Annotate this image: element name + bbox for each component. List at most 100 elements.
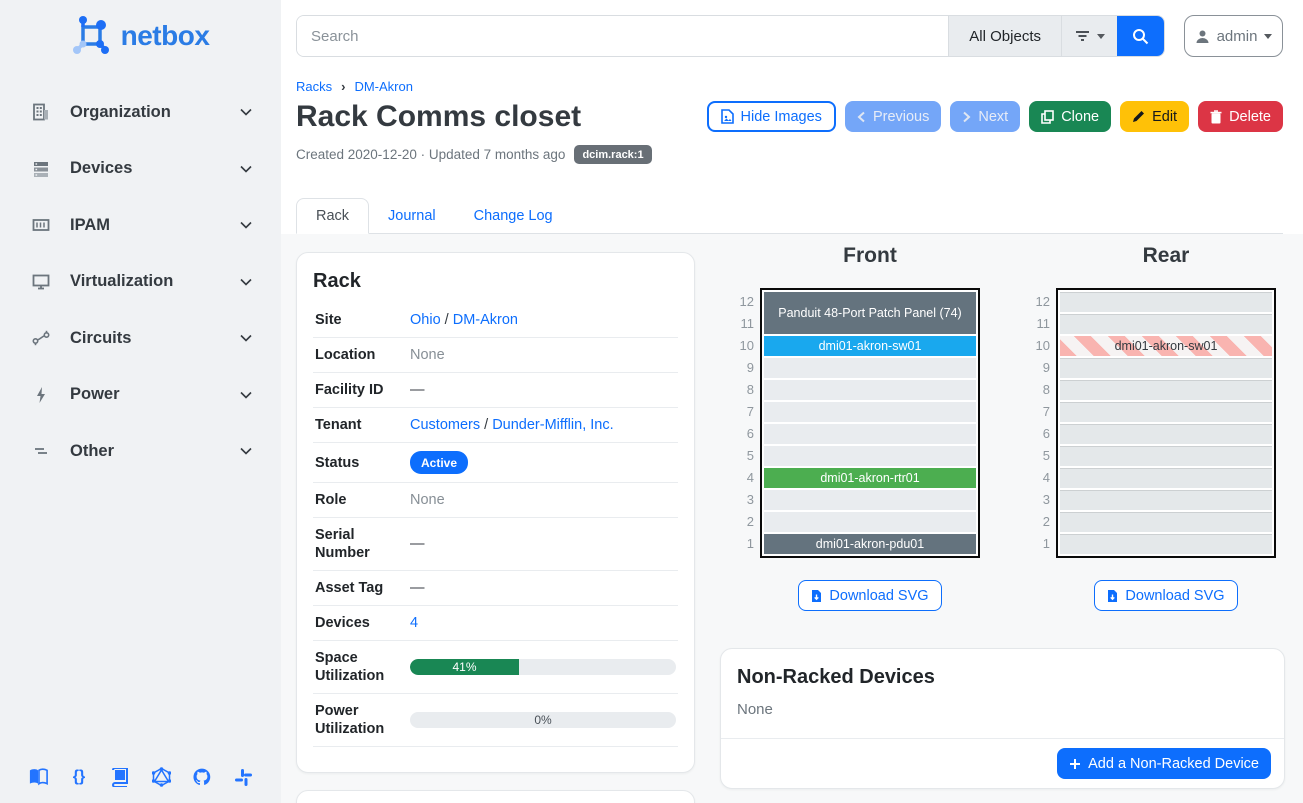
clone-button[interactable]: Clone [1029,101,1111,132]
content: Rack Site Ohio / DM-Akron Location None … [281,234,1303,803]
front-rack: Panduit 48-Port Patch Panel (74) dmi01-a… [760,288,980,558]
empty-slot-u12[interactable] [1060,292,1272,312]
delete-button[interactable]: Delete [1198,101,1283,132]
community-icon[interactable] [231,765,255,789]
download-svg-rear-button[interactable]: Download SVG [1094,580,1237,611]
sidebar-item-label: Organization [70,103,237,122]
tab-change-log[interactable]: Change Log [455,199,572,233]
topbar: All Objects admin [296,15,1283,57]
facility-id-value: — [410,382,676,398]
user-name: admin [1217,28,1258,45]
empty-slot-u9[interactable] [764,358,976,378]
graphql-icon[interactable] [149,765,173,789]
rack-card-title: Rack [313,270,678,293]
search-input[interactable] [297,16,948,56]
site-group-link[interactable]: DM-Akron [453,312,518,328]
github-icon[interactable] [190,765,214,789]
add-non-racked-device-button[interactable]: Add a Non-Racked Device [1057,748,1271,779]
empty-slot-u5[interactable] [764,446,976,466]
sidebar-item-label: Power [70,385,237,404]
empty-slot-u8[interactable] [764,380,976,400]
tab-rack[interactable]: Rack [296,198,369,234]
netbox-logo[interactable]: netbox [0,14,281,58]
rack-device[interactable]: dmi01-akron-pdu01 [764,534,976,554]
tenant-group-link[interactable]: Customers [410,417,480,433]
front-elevation-title: Front [760,244,980,272]
file-download-icon [1107,589,1118,603]
empty-slot-u4[interactable] [1060,468,1272,488]
user-menu-button[interactable]: admin [1184,15,1283,57]
role-value: None [410,492,676,508]
field-row-location: Location None [313,338,678,373]
rack-device[interactable]: dmi01-akron-rtr01 [764,468,976,488]
sidebar-nav: Organization Devices IPAM [0,84,281,480]
empty-slot-u7[interactable] [764,402,976,422]
rack-device[interactable]: dmi01-akron-sw01 [1060,336,1272,356]
rear-unit-labels: 12 11 10 9 8 7 6 5 4 3 2 1 [1024,288,1050,558]
page-header: All Objects admin Racks [281,0,1303,234]
breadcrumb-dm-akron[interactable]: DM-Akron [354,79,413,94]
empty-slot-u9[interactable] [1060,358,1272,378]
empty-slot-u6[interactable] [764,424,976,444]
docs-icon[interactable] [26,765,50,789]
other-icon [30,440,52,462]
caret-down-icon [1264,34,1272,39]
devices-count-link[interactable]: 4 [410,615,418,631]
empty-slot-u6[interactable] [1060,424,1272,444]
field-row-power-utilization: Power Utilization 0% [313,694,678,747]
hide-images-button[interactable]: Hide Images [707,101,836,132]
tab-journal[interactable]: Journal [369,199,455,233]
main: All Objects admin Racks [281,0,1303,803]
empty-slot-u5[interactable] [1060,446,1272,466]
empty-slot-u2[interactable] [1060,512,1272,532]
trash-icon [1210,110,1222,124]
sidebar: netbox Organization Devices [0,0,281,803]
breadcrumb-racks[interactable]: Racks [296,79,332,94]
rest-api-icon[interactable]: {} [67,765,91,789]
rack-device[interactable]: dmi01-akron-sw01 [764,336,976,356]
circuits-icon [30,327,52,349]
field-row-facility-id: Facility ID — [313,373,678,408]
created-updated-text: Created 2020-12-20 · Updated 7 months ag… [296,147,565,162]
search-scope-select[interactable]: All Objects [948,16,1061,56]
sidebar-item-label: Circuits [70,329,237,348]
api-docs-icon[interactable] [108,765,132,789]
file-download-icon [811,589,822,603]
empty-slot-u3[interactable] [764,490,976,510]
empty-slot-u1[interactable] [1060,534,1272,554]
download-svg-front-button[interactable]: Download SVG [798,580,941,611]
empty-slot-u2[interactable] [764,512,976,532]
rack-device[interactable]: Panduit 48-Port Patch Panel (74) [764,292,976,334]
rear-rack: dmi01-akron-sw01 [1056,288,1276,558]
sidebar-footer: {} [0,765,281,789]
field-row-site: Site Ohio / DM-Akron [313,303,678,338]
empty-slot-u11[interactable] [1060,314,1272,334]
breadcrumb-separator: › [341,79,345,94]
empty-slot-u8[interactable] [1060,380,1272,400]
sidebar-item-virtualization[interactable]: Virtualization [30,254,255,311]
search-filter-dropdown[interactable] [1061,16,1117,56]
empty-slot-u7[interactable] [1060,402,1272,422]
field-row-asset-tag: Asset Tag — [313,571,678,606]
site-link[interactable]: Ohio [410,312,441,328]
page-title: Rack Comms closet [296,98,581,135]
previous-button[interactable]: Previous [845,101,941,132]
app: netbox Organization Devices [0,0,1303,803]
virtualization-icon [30,271,52,293]
partial-card [296,790,695,803]
chevron-down-icon [237,103,255,121]
chevron-left-icon [857,111,866,123]
status-badge: Active [410,451,468,474]
tenant-link[interactable]: Dunder-Mifflin, Inc. [492,417,613,433]
sidebar-item-circuits[interactable]: Circuits [30,310,255,367]
sidebar-item-devices[interactable]: Devices [30,141,255,198]
next-button[interactable]: Next [950,101,1020,132]
sidebar-item-other[interactable]: Other [30,423,255,480]
search-button[interactable] [1117,16,1164,56]
edit-button[interactable]: Edit [1120,101,1189,132]
sidebar-item-ipam[interactable]: IPAM [30,197,255,254]
sidebar-item-power[interactable]: Power [30,367,255,424]
sidebar-item-organization[interactable]: Organization [30,84,255,141]
empty-slot-u3[interactable] [1060,490,1272,510]
field-row-status: Status Active [313,443,678,483]
